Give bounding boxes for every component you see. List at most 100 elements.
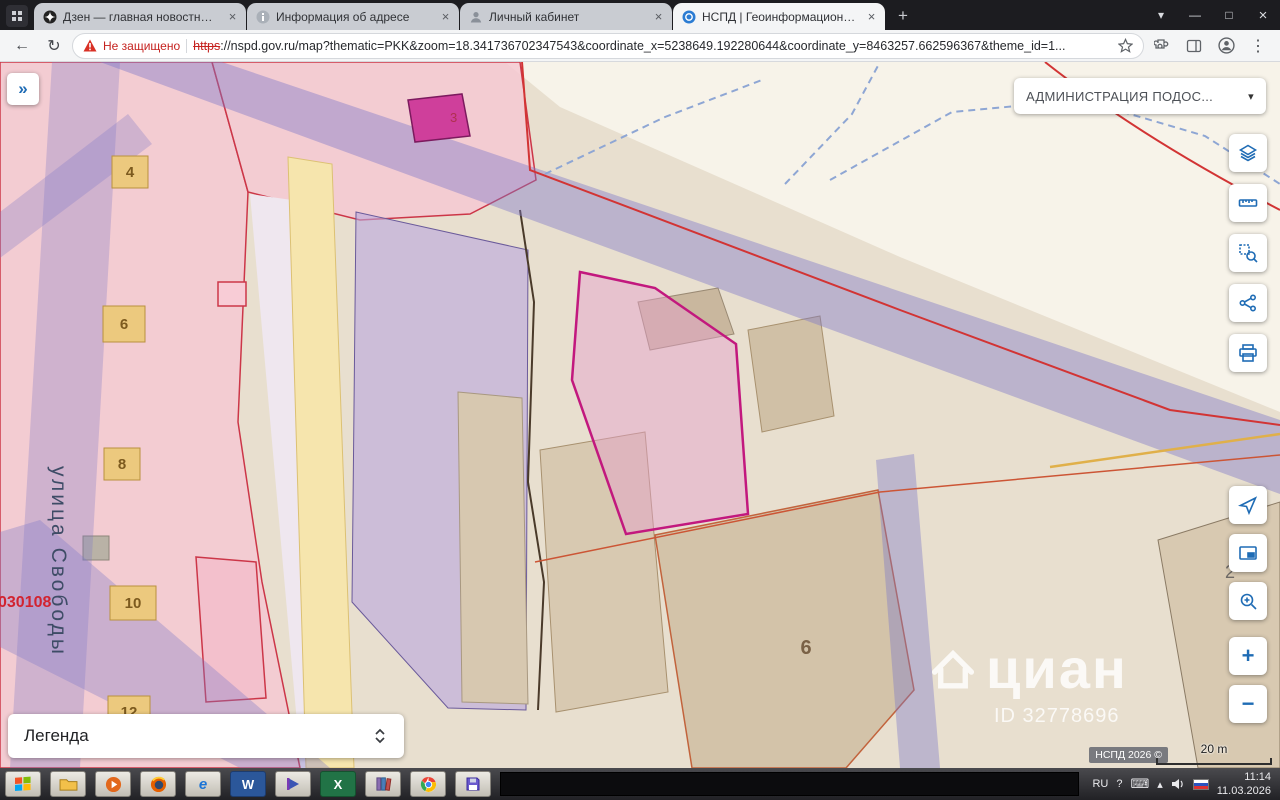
tab-close-icon[interactable]: × bbox=[225, 9, 240, 24]
legend-collapse-icon[interactable] bbox=[372, 727, 388, 745]
organization-dropdown[interactable]: АДМИНИСТРАЦИЯ ПОДОС... ▾ bbox=[1014, 78, 1266, 114]
firefox-icon[interactable] bbox=[140, 771, 176, 797]
map-viewport[interactable]: 4 6 8 10 12 3 6 2 030108 улица Свободы »… bbox=[0, 62, 1280, 768]
browser-menu-icon[interactable]: ⋮ bbox=[1244, 32, 1272, 60]
layers-button[interactable] bbox=[1229, 134, 1267, 172]
scale-bar bbox=[1156, 758, 1272, 765]
back-icon[interactable]: ← bbox=[8, 32, 36, 60]
browser-toolbar: ← ↻ Не защищено https://nspd.gov.ru/map?… bbox=[0, 30, 1280, 62]
security-warning-label: Не защищено bbox=[103, 38, 181, 53]
scale-label: 20 m bbox=[1200, 742, 1228, 756]
tab-title: Информация об адресе bbox=[276, 9, 410, 24]
url-scheme: https bbox=[193, 38, 221, 53]
zoom-controls: + − bbox=[1229, 637, 1267, 723]
person-favicon-icon bbox=[470, 11, 482, 22]
volume-icon[interactable] bbox=[1171, 778, 1185, 790]
omnibox-divider bbox=[186, 38, 188, 53]
share-button[interactable] bbox=[1229, 284, 1267, 322]
zoom-to-area-button[interactable] bbox=[1229, 582, 1267, 620]
tab-close-icon[interactable]: × bbox=[438, 9, 453, 24]
reload-icon[interactable]: ↻ bbox=[40, 32, 68, 60]
quarter-number-label: 030108 bbox=[0, 594, 51, 611]
window-close-button[interactable]: × bbox=[1246, 0, 1280, 30]
taskbar-clock[interactable]: 11:14 11.03.2026 bbox=[1217, 770, 1271, 799]
tab-title: Личный кабинет bbox=[489, 9, 580, 24]
parcel-label-8: 8 bbox=[118, 456, 126, 473]
tab-close-icon[interactable]: × bbox=[864, 9, 879, 24]
internet-explorer-icon[interactable]: e bbox=[185, 771, 221, 797]
tab-close-icon[interactable]: × bbox=[651, 9, 666, 24]
parcel-label-6: 6 bbox=[120, 316, 128, 333]
windows-taskbar: e W X RU ? ⌨ ▴ 11:14 11.03.2026 bbox=[0, 768, 1280, 800]
map-tools-group-1 bbox=[1229, 134, 1267, 372]
red-outline-object bbox=[217, 281, 247, 307]
url-rest: ://nspd.gov.ru/map?thematic=PKK&zoom=18.… bbox=[220, 38, 1066, 53]
address-bar[interactable]: Не защищено https://nspd.gov.ru/map?them… bbox=[72, 32, 1144, 59]
language-indicator[interactable]: RU bbox=[1092, 778, 1108, 790]
legend-panel[interactable]: Легенда bbox=[8, 714, 404, 758]
taskbar-empty-area bbox=[500, 772, 1080, 796]
zoom-in-button[interactable]: + bbox=[1229, 637, 1267, 675]
window-controls: ▾ — □ × bbox=[1144, 0, 1280, 30]
word-icon[interactable]: W bbox=[230, 771, 266, 797]
media-app-icon[interactable] bbox=[95, 771, 131, 797]
start-button[interactable] bbox=[5, 771, 41, 797]
parcel-label-10: 10 bbox=[125, 595, 142, 612]
help-tray-icon[interactable]: ? bbox=[1116, 778, 1122, 790]
tab-dzen[interactable]: Дзен — главная новостная инф × bbox=[34, 3, 246, 30]
building-6[interactable] bbox=[654, 489, 915, 768]
zoom-out-button[interactable]: − bbox=[1229, 685, 1267, 723]
geolocation-button[interactable] bbox=[1229, 486, 1267, 524]
browser-tab-strip: Дзен — главная новостная инф × Информаци… bbox=[0, 0, 1280, 30]
street-name-label: улица Свободы bbox=[47, 466, 70, 657]
window-maximize-button[interactable]: □ bbox=[1212, 0, 1246, 30]
measure-ruler-button[interactable] bbox=[1229, 184, 1267, 222]
tab-title: НСПД | Геоинформационный п bbox=[702, 9, 858, 24]
language-flag-icon[interactable] bbox=[1192, 778, 1209, 790]
organization-dropdown-value: АДМИНИСТРАЦИЯ ПОДОС... bbox=[1026, 88, 1214, 104]
building-label-6: 6 bbox=[800, 637, 811, 659]
excel-icon[interactable]: X bbox=[320, 771, 356, 797]
tray-date: 11.03.2026 bbox=[1216, 785, 1271, 797]
print-button[interactable] bbox=[1229, 334, 1267, 372]
overview-map-button[interactable] bbox=[1229, 534, 1267, 572]
save-floppy-icon[interactable] bbox=[455, 771, 491, 797]
map-tools-group-2 bbox=[1229, 486, 1267, 620]
legend-title: Легенда bbox=[24, 726, 89, 745]
parcel-label-3: 3 bbox=[450, 110, 457, 125]
window-minimize-button[interactable]: — bbox=[1178, 0, 1212, 30]
area-search-button[interactable] bbox=[1229, 234, 1267, 272]
profile-avatar-icon[interactable] bbox=[1212, 32, 1240, 60]
chevron-down-icon: ▾ bbox=[1248, 90, 1254, 103]
explorer-folder-icon[interactable] bbox=[50, 771, 86, 797]
tray-time: 11:14 bbox=[1244, 770, 1271, 783]
nspd-favicon-icon bbox=[682, 10, 696, 23]
parcel-label-4: 4 bbox=[126, 164, 135, 181]
tab-title: Дзен — главная новостная инф bbox=[63, 9, 219, 24]
hidden-icons-chevron[interactable]: ▴ bbox=[1157, 778, 1163, 791]
url-text: https://nspd.gov.ru/map?thematic=PKK&zoo… bbox=[193, 39, 1112, 53]
tab-address-info[interactable]: Информация об адресе × bbox=[247, 3, 459, 30]
keyboard-tray-icon[interactable]: ⌨ bbox=[1130, 776, 1149, 792]
building bbox=[747, 315, 835, 433]
tab-search-icon[interactable]: ▾ bbox=[1144, 0, 1178, 30]
winrar-icon[interactable] bbox=[365, 771, 401, 797]
security-warning-icon bbox=[83, 39, 97, 52]
dzen-favicon-icon bbox=[43, 10, 57, 23]
new-tab-button[interactable]: + bbox=[890, 3, 916, 29]
bookmark-star-icon[interactable] bbox=[1118, 38, 1133, 53]
scale-control: 20 m bbox=[1156, 742, 1272, 765]
tab-nspd-active[interactable]: НСПД | Геоинформационный п × bbox=[673, 3, 885, 30]
tab-strip-menu-icon[interactable] bbox=[6, 5, 28, 27]
tab-personal-cabinet[interactable]: Личный кабинет × bbox=[460, 3, 672, 30]
info-favicon-icon bbox=[256, 10, 270, 23]
system-tray: RU ? ⌨ ▴ 11:14 11.03.2026 bbox=[1088, 770, 1275, 799]
chrome-icon[interactable] bbox=[410, 771, 446, 797]
building-magenta[interactable] bbox=[407, 93, 471, 143]
building bbox=[457, 391, 529, 705]
side-panel-icon[interactable] bbox=[1180, 32, 1208, 60]
map-canvas[interactable]: 4 6 8 10 12 3 6 2 030108 улица Свободы bbox=[0, 62, 1280, 768]
media-player-icon[interactable] bbox=[275, 771, 311, 797]
extensions-puzzle-icon[interactable] bbox=[1148, 32, 1176, 60]
sidebar-expand-button[interactable]: » bbox=[7, 73, 39, 105]
